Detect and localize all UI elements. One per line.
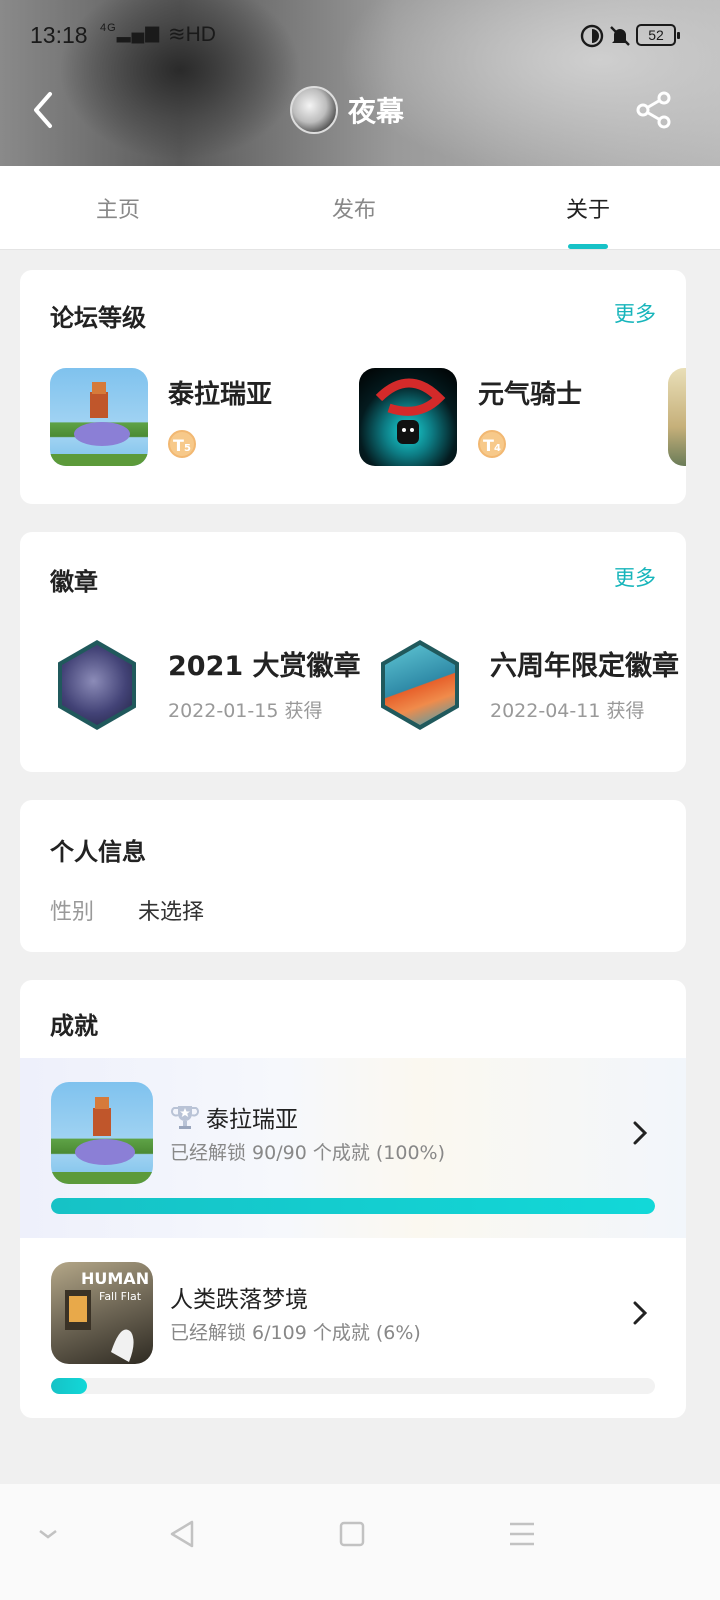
achievement-progress-text: 已经解锁 6/109 个成就 (6%): [170, 1322, 421, 1344]
profile-user: 夜幕: [290, 86, 404, 134]
terraria-icon[interactable]: [50, 368, 148, 466]
trophy-icon: [171, 1106, 199, 1129]
gender-label: 性别: [50, 900, 95, 925]
achievement-game-name: 泰拉瑞亚: [170, 1100, 298, 1134]
human-fall-flat-icon: HUMAN Fall Flat: [51, 1262, 153, 1364]
nav-menu-icon[interactable]: [502, 1514, 542, 1554]
battery-level: 52: [648, 27, 664, 43]
terraria-icon: [51, 1082, 153, 1184]
badges-title: 徽章: [50, 567, 98, 596]
wifi-hd-indicator: ≋HD: [168, 23, 216, 46]
game-icon-partial[interactable]: [668, 368, 686, 466]
mute-bell-icon: [610, 26, 630, 46]
level-value: 5: [183, 443, 191, 454]
achievements-title: 成就: [50, 1011, 98, 1040]
signal-icon: 4G▂▄▆: [100, 22, 161, 42]
badge-name[interactable]: 2021 大赏徽章: [168, 644, 361, 683]
achievement-progress-fill: [51, 1198, 655, 1214]
status-time: 13:18: [30, 22, 88, 48]
status-bar: 13:18 4G▂▄▆ ≋HD 52: [0, 0, 720, 72]
badges-more-link[interactable]: 更多: [614, 562, 656, 592]
network-type: 4G: [100, 22, 117, 34]
badge-2021-icon[interactable]: [58, 640, 136, 730]
tab-about[interactable]: 关于: [528, 192, 648, 224]
achievement-row[interactable]: HUMAN Fall Flat 人类跌落梦境 已经解锁 6/109 个成就 (6…: [20, 1238, 686, 1418]
share-icon[interactable]: [634, 90, 674, 130]
achievement-game-title: 泰拉瑞亚: [206, 1107, 298, 1133]
level-badge: T4: [478, 430, 506, 458]
achievement-progress-bar: [51, 1378, 655, 1394]
badge-date: 2022-01-15 获得: [168, 700, 323, 722]
achievement-game-title: 人类跌落梦境: [170, 1287, 308, 1313]
svg-text:Fall Flat: Fall Flat: [99, 1290, 142, 1303]
chevron-down-icon[interactable]: [28, 1514, 68, 1554]
achievements-card: 成就 泰拉瑞亚 已经解锁 90/90 个成就 (100%) HUMAN Fall…: [20, 980, 686, 1418]
chevron-right-icon: [633, 1301, 648, 1325]
achievement-progress-bar: [51, 1198, 655, 1214]
achievement-row[interactable]: 泰拉瑞亚 已经解锁 90/90 个成就 (100%): [20, 1058, 686, 1238]
avatar[interactable]: [290, 86, 338, 134]
chevron-right-icon: [633, 1121, 648, 1145]
svg-text:HUMAN: HUMAN: [81, 1269, 149, 1288]
network-label: HD: [185, 23, 216, 46]
focus-mode-icon: [580, 24, 604, 48]
profile-header: 13:18 4G▂▄▆ ≋HD 52 夜幕: [0, 0, 720, 168]
level-value: 4: [493, 443, 501, 454]
achievement-game-name: 人类跌落梦境: [170, 1280, 308, 1314]
achievement-progress-text: 已经解锁 90/90 个成就 (100%): [170, 1142, 446, 1164]
badges-card: 徽章 更多 2021 大赏徽章 2022-01-15 获得 六周年限定徽章 20…: [20, 532, 686, 772]
back-icon[interactable]: [26, 88, 66, 132]
forum-game-name[interactable]: 元气骑士: [478, 374, 582, 411]
forum-level-card: 论坛等级 更多 泰拉瑞亚 T5 元气骑士 T4: [20, 270, 686, 504]
nav-back-icon[interactable]: [162, 1514, 202, 1554]
profile-tabs: 主页 发布 关于: [0, 166, 720, 250]
achievement-progress-fill: [51, 1378, 88, 1394]
tab-home[interactable]: 主页: [58, 192, 178, 224]
personal-info-card: 个人信息 性别 未选择: [20, 800, 686, 952]
badge-date: 2022-04-11 获得: [490, 700, 645, 722]
username: 夜幕: [348, 95, 405, 128]
badge-anniversary-icon[interactable]: [381, 640, 459, 730]
battery-icon: 52: [636, 24, 680, 46]
forum-game-name[interactable]: 泰拉瑞亚: [168, 374, 272, 411]
personal-info-title: 个人信息: [50, 837, 146, 866]
soul-knight-icon[interactable]: [359, 368, 457, 466]
nav-home-icon[interactable]: [332, 1514, 372, 1554]
forum-level-title: 论坛等级: [50, 303, 146, 332]
gender-value: 未选择: [138, 900, 205, 925]
tab-posts[interactable]: 发布: [294, 192, 414, 224]
system-nav-bar: [0, 1484, 720, 1600]
active-tab-indicator: [568, 244, 608, 249]
level-badge: T5: [168, 430, 196, 458]
forum-level-more-link[interactable]: 更多: [614, 298, 656, 328]
badge-name[interactable]: 六周年限定徽章: [490, 644, 679, 683]
